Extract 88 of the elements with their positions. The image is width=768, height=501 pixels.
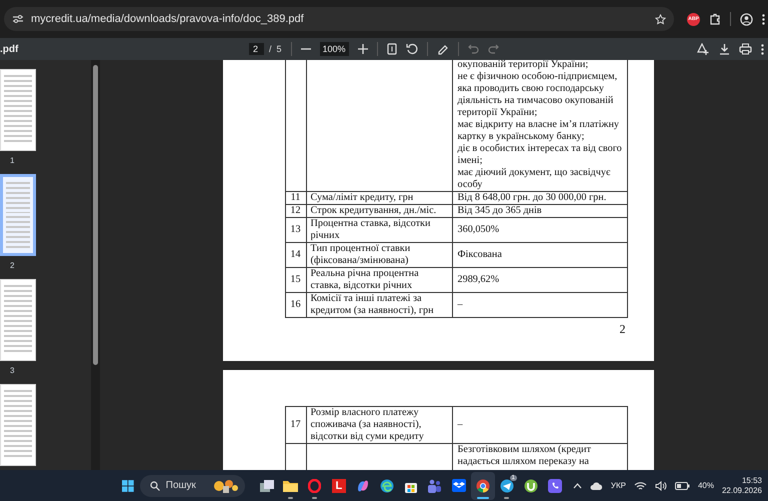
page-separator: / [269, 44, 272, 54]
page-thumbnail[interactable] [0, 174, 36, 256]
app-letter-icon: L [332, 478, 346, 492]
address-bar[interactable]: mycredit.ua/media/downloads/pravova-info/doc_389.pdf [4, 7, 674, 31]
phone-bubble-icon [548, 478, 562, 492]
clock-date[interactable]: 22.09.2026 [722, 486, 762, 496]
windows-start-icon[interactable] [122, 478, 134, 492]
zoom-in-icon[interactable] [358, 44, 368, 54]
print-icon[interactable] [739, 43, 752, 55]
url-text: mycredit.ua/media/downloads/pravova-info/doc_389.pdf [31, 13, 305, 25]
rotate-icon[interactable] [406, 43, 418, 55]
item-label: Тип процентної ставки (фіксована/змінювана) [310, 243, 410, 266]
row-number: 16 [290, 299, 301, 310]
item-label: Сума/ліміт кредиту, грн [310, 192, 414, 203]
page-number-field[interactable]: 2 [249, 43, 264, 55]
puzzle-icon[interactable] [709, 13, 721, 25]
fit-page-icon[interactable] [386, 43, 397, 55]
taskbar-search-field[interactable]: Пошук [140, 474, 245, 496]
keyboard-language[interactable]: УКР [610, 481, 626, 490]
menu-icon[interactable] [762, 14, 765, 24]
utorrent-icon [524, 478, 538, 492]
wifi-icon[interactable] [634, 480, 647, 490]
file-name: .pdf [0, 44, 18, 54]
taskbar-app[interactable] [470, 472, 495, 500]
undo-icon[interactable] [468, 44, 479, 54]
item-value: має діючий документ, що засвідчує особу [458, 167, 612, 191]
item-value: – [458, 299, 464, 311]
edge-icon [380, 478, 394, 492]
row-number: 12 [290, 205, 301, 216]
item-value: Безготівковим шляхом (кредит надається шляхом переказу на [458, 444, 592, 468]
page-thumbnail-label: 3 [10, 366, 14, 375]
item-value: 360,050% [458, 224, 500, 236]
item-value: Від 8 648,00 грн. до 30 000,00 грн. [458, 192, 608, 204]
item-value: Від 345 до 365 днів [458, 205, 543, 217]
paper-plane-icon [500, 478, 514, 492]
item-label: Реальна річна процентна ставка, відсотки річних [310, 268, 419, 291]
running-indicator [288, 496, 294, 498]
page-total: 5 [276, 44, 282, 54]
folder-icon [283, 480, 298, 492]
ring-icon [308, 478, 322, 492]
task-view-icon [260, 480, 274, 492]
download-icon[interactable] [719, 43, 730, 55]
item-value: не є фізичною особою-підприємцем, яка проводить свою господарську діяльність на тимчасово окупованій території України; [458, 71, 618, 119]
item-label: Строк кредитування, дн./міс. [310, 205, 436, 216]
row-number: 15 [290, 274, 301, 285]
item-value: має відкриту на власне ім’я платіжну картку в українському банку; [458, 119, 620, 143]
item-value: діє в особистих інтересах та від свого імені; [458, 143, 623, 167]
item-label: Комісії та інші платежі за кредитом (за наявності), грн [310, 293, 434, 316]
clock-time[interactable]: 15:53 [742, 476, 762, 486]
search-icon [150, 480, 160, 490]
page-thumbnail[interactable] [0, 279, 36, 361]
redo-icon[interactable] [488, 44, 499, 54]
item-value: Фіксована [458, 249, 503, 261]
swirl-icon [356, 478, 370, 492]
row-number: 11 [290, 192, 300, 203]
page-number: 2 [618, 323, 626, 335]
cloud-icon[interactable] [590, 480, 603, 490]
page-thumbnail-label: 1 [10, 156, 14, 165]
battery-percentage: 40% [698, 481, 714, 490]
page-thumbnail[interactable] [0, 69, 36, 151]
item-value: окупованій території України; [458, 60, 590, 71]
chrome-icon [476, 478, 490, 492]
scrollbar-thumb[interactable] [93, 65, 98, 365]
site-settings-icon[interactable] [12, 14, 24, 24]
taskbar-app[interactable]: L [326, 472, 351, 500]
profile-icon[interactable] [740, 12, 753, 26]
item-label: Процентна ставка, відсотки річних [310, 218, 430, 241]
people-icon [427, 478, 442, 492]
add-shape-icon[interactable] [697, 43, 710, 55]
running-indicator [312, 496, 318, 498]
zoom-field[interactable]: 100% [320, 42, 349, 56]
row-number: 14 [290, 249, 301, 260]
page-thumbnail-label: 2 [10, 261, 14, 270]
caret-up-icon[interactable] [572, 482, 582, 488]
running-indicator [476, 496, 489, 498]
row-number: 13 [290, 224, 301, 235]
annotate-icon[interactable] [436, 43, 449, 55]
speaker-icon[interactable] [654, 480, 667, 490]
battery-icon[interactable] [674, 482, 690, 490]
item-value: – [458, 419, 464, 431]
item-label: Розмір власного платежу споживача (за наявності), відсотки від суми кредиту [310, 407, 424, 442]
item-value: 2989,62% [458, 274, 500, 286]
running-indicator [504, 496, 510, 498]
bookmark-star-icon[interactable] [655, 14, 666, 24]
dropbox-icon [452, 479, 466, 492]
more-options-icon[interactable] [761, 44, 764, 54]
row-number: 17 [290, 419, 301, 430]
page-thumbnail[interactable] [0, 384, 36, 466]
